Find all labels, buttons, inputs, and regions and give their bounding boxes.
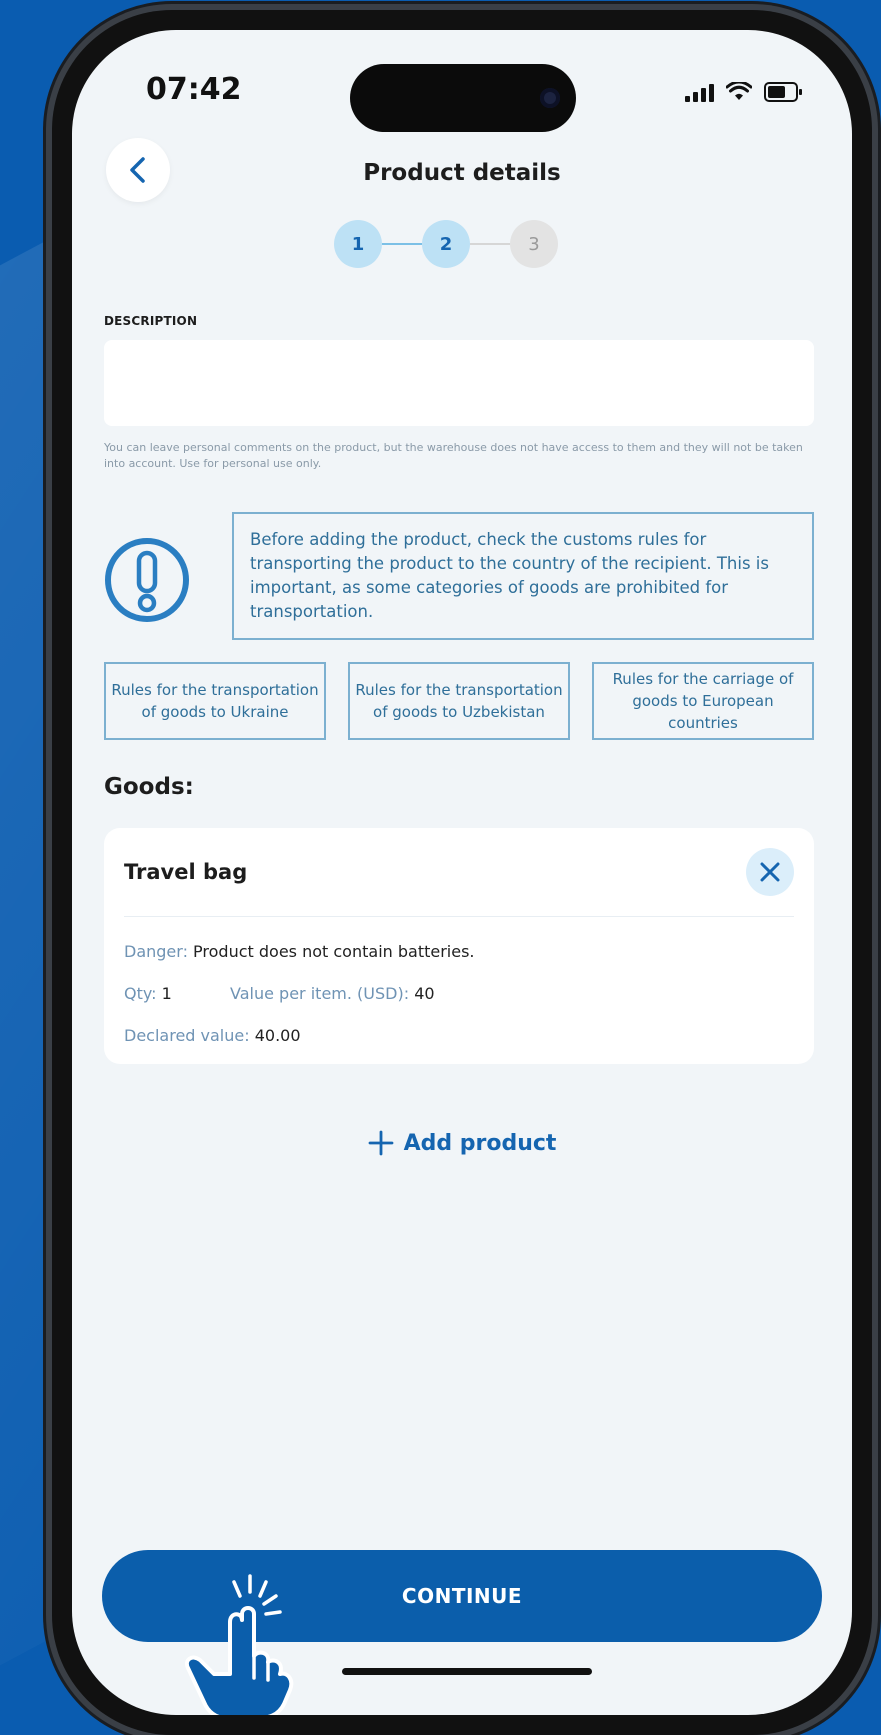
rules-uzbekistan-button[interactable]: Rules for the transportation of goods to… (348, 662, 570, 740)
rules-europe-button[interactable]: Rules for the carriage of goods to Europ… (592, 662, 814, 740)
danger-label: Danger: (124, 942, 188, 961)
step-2: 2 (422, 220, 470, 268)
declared-row: Declared value: 40.00 (124, 1026, 301, 1045)
wifi-icon (726, 82, 752, 100)
card-divider (124, 916, 794, 917)
add-product-label: Add product (403, 1130, 557, 1156)
progress-stepper: 1 2 3 (334, 220, 560, 270)
value-per-item-label: Value per item. (USD): (230, 984, 410, 1003)
rules-ukraine-button[interactable]: Rules for the transportation of goods to… (104, 662, 326, 740)
qty-label: Qty: (124, 984, 157, 1003)
battery-icon (764, 82, 802, 102)
dynamic-island (350, 64, 576, 132)
qty-row: Qty: 1 Value per item. (USD): 40 (124, 984, 435, 1003)
customs-warning: Before adding the product, check the cus… (232, 512, 814, 640)
declared-value: 40.00 (254, 1026, 301, 1045)
goods-item-name: Travel bag (124, 860, 248, 884)
camera-icon (540, 88, 560, 108)
declared-label: Declared value: (124, 1026, 250, 1045)
tap-hand-icon (185, 1574, 294, 1715)
goods-title: Goods: (104, 774, 194, 800)
phone-frame: 07:42 Product details 1 2 3 DESCRIPTION … (52, 10, 872, 1735)
page-title: Product details (363, 160, 561, 186)
stepper-line (470, 243, 510, 245)
step-1: 1 (334, 220, 382, 268)
home-indicator (342, 1668, 592, 1675)
close-icon (760, 862, 780, 882)
app-screen: 07:42 Product details 1 2 3 DESCRIPTION … (72, 30, 852, 1715)
plus-icon (368, 1130, 393, 1156)
description-hint: You can leave personal comments on the p… (104, 441, 803, 470)
value-per-item-value: 40 (414, 984, 435, 1003)
danger-row: Danger: Product does not contain batteri… (124, 942, 475, 961)
rules-links: Rules for the transportation of goods to… (104, 662, 814, 740)
qty-value: 1 (161, 984, 172, 1003)
add-product-button[interactable]: Add product (72, 1130, 852, 1156)
goods-item-card: Travel bag Danger: Product does not cont… (104, 828, 814, 1064)
description-label: DESCRIPTION (104, 314, 198, 328)
signal-icon (685, 82, 714, 102)
step-3: 3 (510, 220, 558, 268)
remove-item-button[interactable] (746, 848, 794, 896)
status-time: 07:42 (146, 72, 242, 107)
description-input[interactable] (104, 340, 814, 426)
stepper-line (382, 243, 422, 245)
status-icons (685, 82, 802, 102)
warning-exclamation-icon (105, 538, 189, 622)
danger-value: Product does not contain batteries. (193, 942, 475, 961)
